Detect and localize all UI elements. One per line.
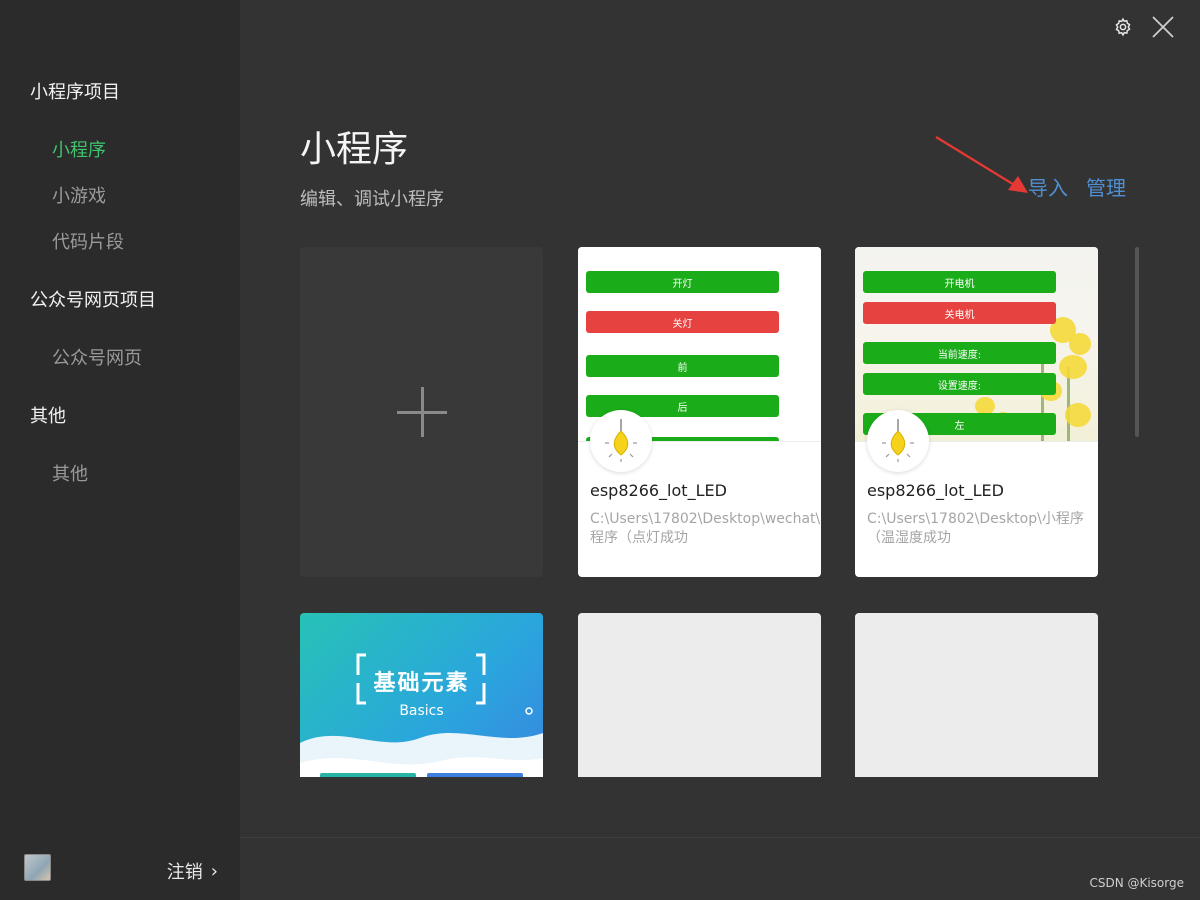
divider bbox=[240, 837, 1200, 838]
project-path: C:\Users\17802\Desktop\wechat\小程序（点灯成功 bbox=[590, 511, 821, 546]
plus-icon bbox=[396, 387, 447, 437]
project-card-placeholder[interactable] bbox=[578, 613, 821, 777]
logout-label: 注销 bbox=[166, 862, 203, 883]
project-name: esp8266_lot_LED bbox=[590, 481, 727, 500]
page-title: 小程序 bbox=[300, 129, 409, 170]
sidebar-footer: 注销 › bbox=[0, 838, 240, 900]
sidebar-item-official-account-web[interactable]: 公众号网页 bbox=[52, 344, 142, 370]
project-name: esp8266_lot_LED bbox=[867, 481, 1004, 500]
sidebar-item-other[interactable]: 其他 bbox=[52, 460, 88, 486]
annotation-arrow-icon bbox=[935, 136, 1028, 193]
preview-button: 开灯 bbox=[586, 271, 779, 293]
template-card-basics[interactable]: 基础元素 Basics bbox=[300, 613, 543, 777]
project-path: C:\Users\17802\Desktop\小程序（温湿度成功 bbox=[867, 511, 1084, 546]
scrollbar[interactable] bbox=[1135, 247, 1139, 437]
group-title-miniprogram-projects: 小程序项目 bbox=[30, 82, 120, 103]
lightbulb-icon bbox=[867, 410, 929, 472]
header-actions: 导入 管理 bbox=[1028, 172, 1126, 201]
add-project-card[interactable] bbox=[300, 247, 543, 577]
page-subtitle: 编辑、调试小程序 bbox=[300, 189, 444, 210]
import-link[interactable]: 导入 bbox=[1028, 172, 1068, 201]
sidebar: 小程序项目 小程序 小游戏 代码片段 公众号网页项目 公众号网页 其他 其他 注… bbox=[0, 0, 240, 900]
main-panel: 小程序 编辑、调试小程序 导入 管理 开灯 关灯 前 后 esp8266_lot… bbox=[240, 0, 1200, 900]
template-subtitle: Basics bbox=[399, 703, 444, 719]
preview-button: 前 bbox=[586, 355, 779, 377]
close-icon[interactable] bbox=[1150, 14, 1176, 40]
project-card-placeholder[interactable] bbox=[855, 613, 1098, 777]
group-title-official-account-projects: 公众号网页项目 bbox=[30, 290, 156, 311]
project-card[interactable]: 开电机 关电机 当前速度: 设置速度: 左 esp8266_lot_LED C:… bbox=[855, 247, 1098, 577]
preview-button: 设置速度: bbox=[863, 373, 1056, 395]
gear-icon[interactable] bbox=[1110, 14, 1136, 40]
sidebar-item-minigame[interactable]: 小游戏 bbox=[52, 182, 106, 208]
manage-link[interactable]: 管理 bbox=[1086, 172, 1126, 201]
project-card[interactable]: 开灯 关灯 前 后 esp8266_lot_LED C:\Users\17802… bbox=[578, 247, 821, 577]
preview-button: 关灯 bbox=[586, 311, 779, 333]
watermark: CSDN @Kisorge bbox=[1089, 876, 1184, 890]
project-grid: 开灯 关灯 前 后 esp8266_lot_LED C:\Users\17802… bbox=[300, 247, 1100, 777]
preview-button: 关电机 bbox=[863, 302, 1056, 324]
sidebar-item-code-snippets[interactable]: 代码片段 bbox=[52, 228, 124, 254]
preview-button: 当前速度: bbox=[863, 342, 1056, 364]
template-title: 基础元素 bbox=[373, 671, 470, 696]
avatar[interactable] bbox=[24, 854, 51, 881]
group-title-other: 其他 bbox=[30, 406, 66, 427]
preview-button: 开电机 bbox=[863, 271, 1056, 293]
logout-button[interactable]: 注销 › bbox=[167, 858, 218, 884]
chevron-right-icon: › bbox=[210, 860, 218, 882]
lightbulb-icon bbox=[590, 410, 652, 472]
window-controls bbox=[1110, 14, 1176, 40]
sidebar-item-miniprogram[interactable]: 小程序 bbox=[52, 136, 106, 162]
